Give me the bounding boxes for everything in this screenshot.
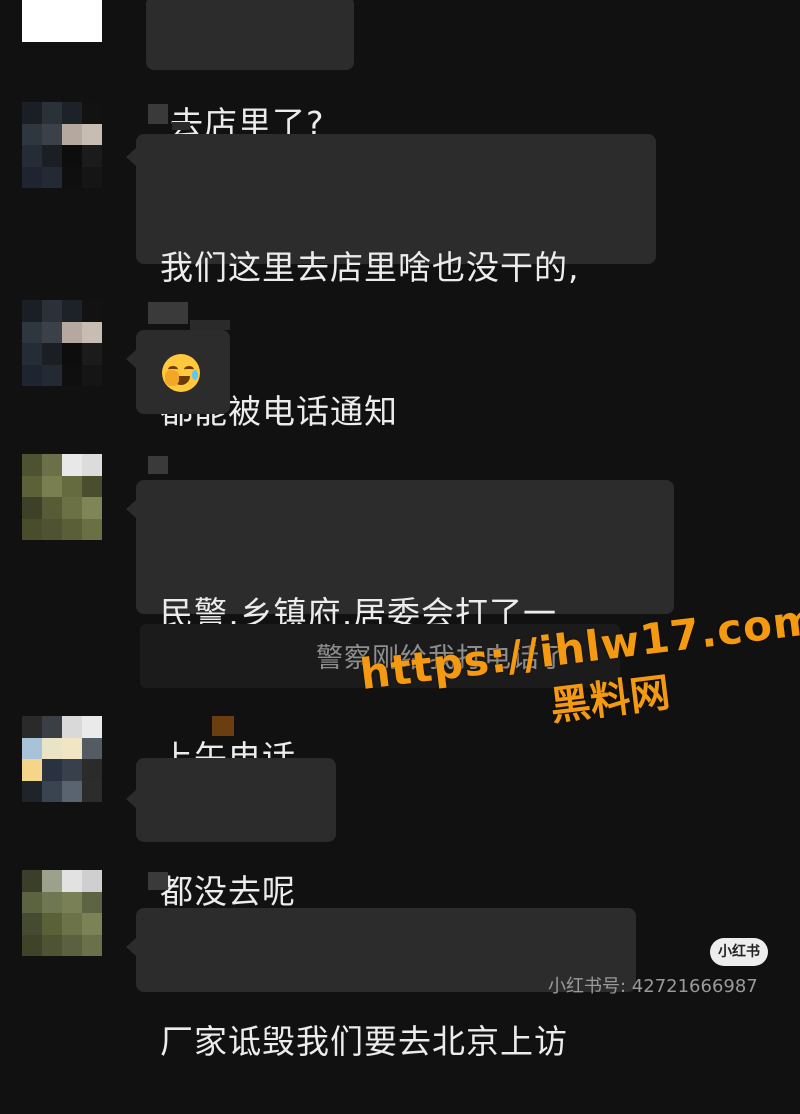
message-text: 都能被电话通知 xyxy=(160,392,398,431)
avatar[interactable] xyxy=(22,102,102,188)
bubble-tail xyxy=(126,148,136,166)
message-text: 厂家诋毁我们要去北京上访 xyxy=(160,1022,568,1061)
nickname-placeholder xyxy=(212,716,234,736)
bubble-tail xyxy=(126,938,136,956)
bubble-tail xyxy=(126,790,136,808)
nickname-placeholder xyxy=(148,104,168,124)
account-id: 小红书号: 42721666987 xyxy=(548,976,758,997)
avatar[interactable] xyxy=(22,716,102,802)
avatar[interactable] xyxy=(22,454,102,540)
message-bubble[interactable]: 去店里了? xyxy=(146,0,354,143)
nickname-placeholder xyxy=(172,122,190,130)
message-bubble[interactable]: 民警,乡镇府,居委会打了一 上午电话 xyxy=(136,480,674,777)
bubble-tail xyxy=(126,350,136,368)
nickname-placeholder xyxy=(148,302,188,324)
message-bubble[interactable]: 我们这里去店里啥也没干的, 都能被电话通知 xyxy=(136,134,656,431)
nickname-placeholder xyxy=(148,872,168,890)
nickname-placeholder xyxy=(148,456,168,474)
avatar[interactable] xyxy=(22,0,102,42)
loudly-crying-face-icon xyxy=(162,354,200,392)
message-text: 我们这里去店里啥也没干的, xyxy=(160,248,580,287)
nickname-placeholder xyxy=(190,320,230,330)
bubble-tail xyxy=(126,500,136,518)
avatar[interactable] xyxy=(22,870,102,956)
message-bubble[interactable]: 都没去呢 xyxy=(136,758,336,911)
avatar[interactable] xyxy=(22,300,102,386)
xiaohongshu-logo: 小红书 xyxy=(710,938,768,966)
